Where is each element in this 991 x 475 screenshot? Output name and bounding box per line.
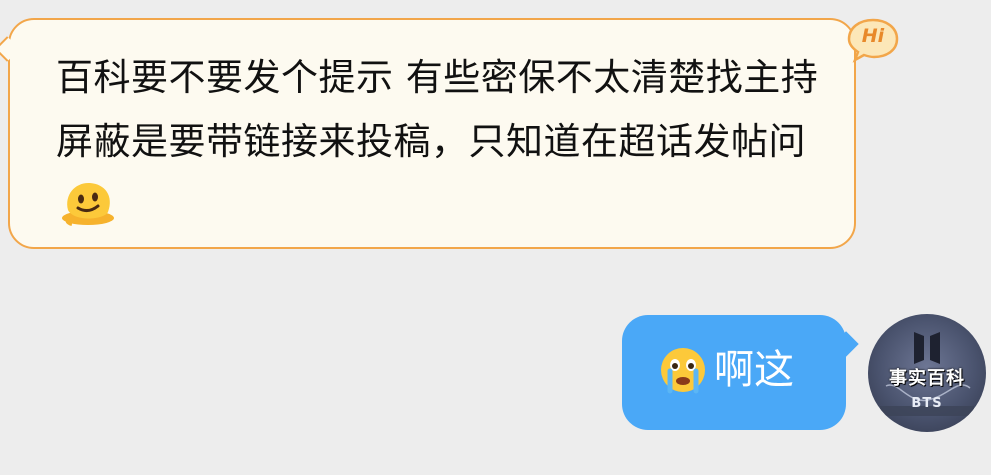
hi-badge: Hi	[846, 17, 900, 63]
avatar-subtitle: BTS	[911, 396, 943, 411]
avatar-title: 事实百科	[889, 368, 965, 389]
outgoing-message-text: 啊这	[714, 347, 794, 393]
user-avatar[interactable]: 事实百科 BTS	[868, 314, 986, 432]
incoming-bubble-tail	[0, 36, 20, 62]
crying-face-icon	[658, 345, 708, 395]
outgoing-bubble-tail	[833, 331, 859, 357]
melting-face-icon	[60, 180, 116, 246]
incoming-message-text: 百科要不要发个提示 有些密保不太清楚找主持屏蔽是要带链接来投稿，只知道在超话发帖…	[56, 46, 846, 246]
incoming-message-bubble[interactable]: 百科要不要发个提示 有些密保不太清楚找主持屏蔽是要带链接来投稿，只知道在超话发帖…	[0, 18, 856, 249]
hi-badge-label: Hi	[861, 25, 885, 47]
outgoing-message-bubble[interactable]: 啊这	[622, 315, 859, 430]
